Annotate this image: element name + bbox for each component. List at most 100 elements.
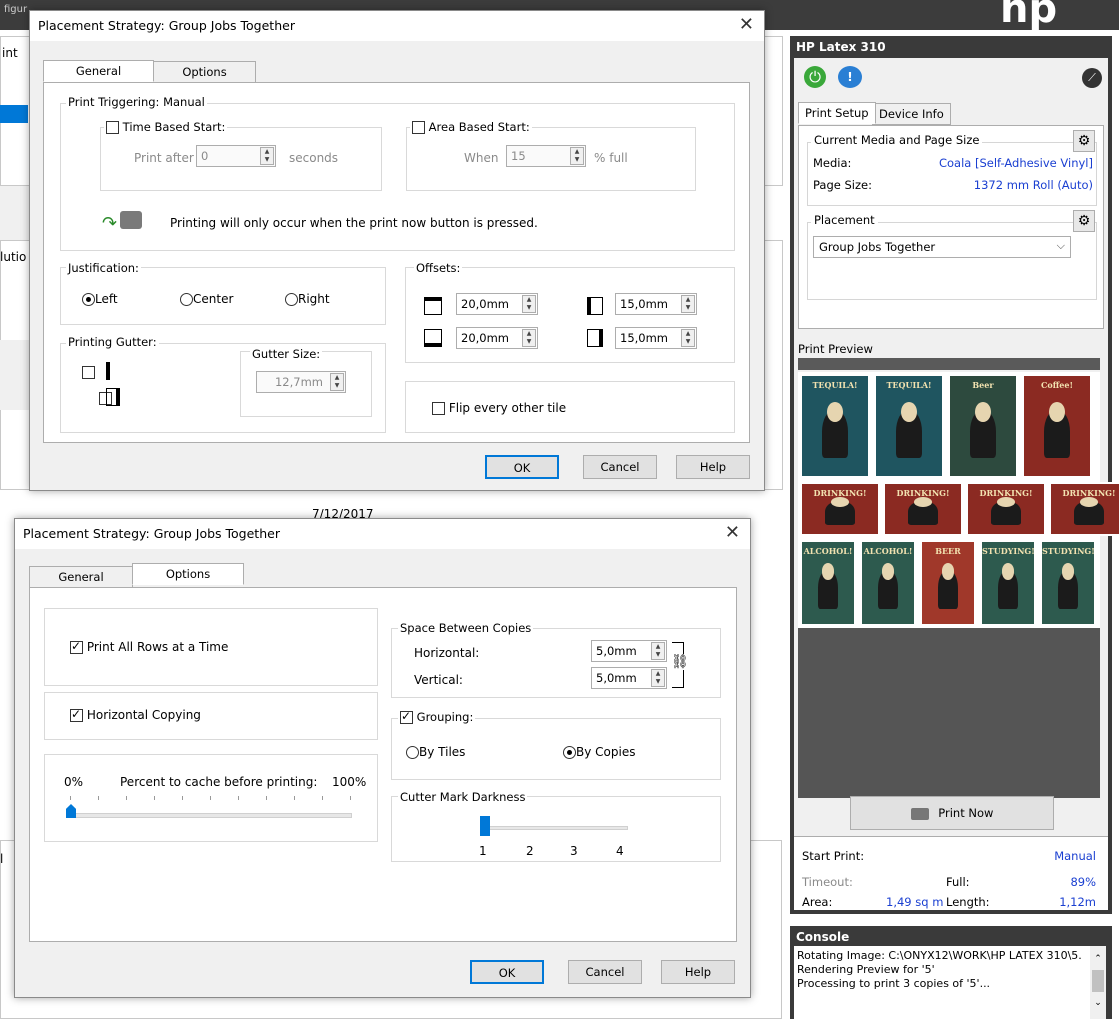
justify-right-radio[interactable]: Right [285, 292, 330, 306]
media-value[interactable]: Coala [Self-Adhesive Vinyl] [939, 156, 1093, 170]
cache-slider-track[interactable] [68, 813, 352, 818]
poster-face [975, 402, 991, 422]
spinner-arrows-icon[interactable]: ▲ ▼ [570, 147, 584, 165]
offset-left-input[interactable]: 15,0mm ▲ ▼ [615, 293, 697, 315]
ok-button[interactable]: OK [470, 960, 544, 984]
preview-thumbnail[interactable]: TEQUILA! [874, 374, 944, 478]
offset-right-input[interactable]: 15,0mm ▲ ▼ [615, 327, 697, 349]
justification-label: Justification: [66, 261, 141, 275]
help-button[interactable]: Help [661, 960, 735, 984]
tab-options[interactable]: Options [132, 563, 244, 585]
chevron-down-icon[interactable]: ⌄ [1090, 996, 1106, 1010]
cancel-button[interactable]: Cancel [583, 455, 657, 479]
preview-thumbnail[interactable]: DRINKING! [883, 482, 963, 536]
time-based-checkbox-box[interactable] [106, 121, 119, 134]
cutter-tick-label: 1 [479, 844, 487, 858]
close-icon[interactable]: ✕ [725, 522, 740, 543]
power-icon[interactable]: ⏻ [804, 66, 826, 88]
area-based-checkbox-box[interactable] [412, 121, 425, 134]
tab-print-setup[interactable]: Print Setup [798, 102, 876, 124]
tab-options[interactable]: Options [153, 61, 256, 83]
print-status-area: Start Print: Manual Timeout: Full: 89% A… [794, 836, 1108, 910]
print-all-rows-box[interactable] [70, 639, 83, 654]
preview-thumbnail[interactable]: TEQUILA! [800, 374, 870, 478]
preview-thumbnail[interactable]: STUDYING! [1040, 540, 1096, 626]
options-page: Print All Rows at a Time Horizontal Copy… [29, 587, 737, 942]
preview-thumbnail[interactable]: DRINKING! [1049, 482, 1119, 536]
scrollbar-thumb[interactable] [1092, 970, 1104, 992]
chevron-up-icon[interactable]: ⌃ [1090, 952, 1106, 966]
time-based-start-checkbox[interactable]: Time Based Start: [104, 120, 228, 134]
placement-settings-gear-icon[interactable]: ⚙ [1073, 210, 1095, 232]
print-now-button[interactable]: Print Now [850, 796, 1054, 830]
spinner-arrows-icon[interactable]: ▲ ▼ [681, 295, 695, 313]
area-based-start-checkbox[interactable]: Area Based Start: [410, 120, 532, 134]
spinner-arrows-icon[interactable]: ▲ ▼ [522, 329, 536, 347]
radio-button[interactable] [285, 293, 298, 306]
radio-button[interactable] [563, 746, 576, 759]
justify-left-radio[interactable]: Left [82, 292, 118, 306]
radio-button[interactable] [406, 746, 419, 759]
preview-thumbnail[interactable]: DRINKING! [966, 482, 1046, 536]
flip-tile-checkbox[interactable]: Flip every other tile [432, 401, 566, 415]
when-input[interactable]: 15 ▲ ▼ [506, 145, 586, 167]
help-button[interactable]: Help [676, 455, 750, 479]
gutter-size-input[interactable]: 12,7mm ▲ ▼ [256, 371, 346, 393]
chain-link-icon[interactable]: ⛓ [671, 654, 689, 670]
close-icon[interactable]: ✕ [739, 14, 754, 35]
spinner-arrows-icon[interactable]: ▲ ▼ [651, 642, 665, 660]
print-all-rows-checkbox[interactable]: Print All Rows at a Time [70, 639, 228, 654]
preview-thumbnail[interactable]: Beer [948, 374, 1018, 478]
preview-thumbnail[interactable]: ALCOHOL! [860, 540, 916, 626]
tab-general[interactable]: General [43, 60, 154, 82]
printer-panel-body: ⏻ ! ⟋ Print Setup Device Info Current Me… [794, 58, 1119, 910]
tab-device-info[interactable]: Device Info [872, 103, 951, 125]
console-scrollbar[interactable]: ⌃ ⌄ [1090, 946, 1106, 1019]
cutter-slider-track[interactable] [482, 826, 628, 830]
gutter-left-checkbox[interactable] [82, 366, 95, 379]
media-settings-gear-icon[interactable]: ⚙ [1073, 130, 1095, 152]
grouping-checkbox[interactable]: Grouping: [398, 709, 476, 724]
by-tiles-radio[interactable]: By Tiles [406, 745, 465, 759]
poster-face [821, 563, 835, 580]
preview-thumbnail[interactable]: BEER [920, 540, 976, 626]
offset-top-input[interactable]: 20,0mm ▲ ▼ [456, 293, 538, 315]
cutter-tick-label: 3 [570, 844, 578, 858]
spinner-arrows-icon[interactable]: ▲ ▼ [330, 373, 344, 391]
print-arrow-icon: ↷ [102, 213, 118, 234]
tab-general[interactable]: General [29, 566, 133, 588]
horizontal-copying-checkbox[interactable]: Horizontal Copying [70, 707, 201, 722]
console-line: Rotating Image: C:\ONYX12\WORK\HP LATEX … [797, 949, 1081, 962]
cancel-button[interactable]: Cancel [568, 960, 642, 984]
preview-thumbnail[interactable]: STUDYING! [980, 540, 1036, 626]
spinner-arrows-icon[interactable]: ▲ ▼ [681, 329, 695, 347]
page-size-value[interactable]: 1372 mm Roll (Auto) [974, 178, 1093, 192]
info-icon[interactable]: ! [838, 66, 862, 88]
preview-thumbnail[interactable]: ALCOHOL! [800, 540, 856, 626]
justify-center-radio[interactable]: Center [180, 292, 233, 306]
cutter-slider-thumb[interactable] [480, 816, 490, 836]
media-group-label: Current Media and Page Size [811, 133, 983, 147]
by-copies-radio[interactable]: By Copies [563, 745, 635, 759]
print-after-value: 0 [201, 149, 209, 163]
spinner-arrows-icon[interactable]: ▲ ▼ [651, 669, 665, 687]
radio-button[interactable] [180, 293, 193, 306]
radio-button[interactable] [82, 293, 95, 306]
ok-button[interactable]: OK [485, 455, 559, 479]
print-after-input[interactable]: 0 ▲ ▼ [196, 145, 276, 167]
preview-thumbnail[interactable]: Coffee! [1022, 374, 1092, 478]
start-print-value[interactable]: Manual [1054, 849, 1096, 863]
grouping-box[interactable] [400, 709, 413, 724]
spinner-arrows-icon[interactable]: ▲ ▼ [260, 147, 274, 165]
flip-checkbox-box[interactable] [432, 402, 445, 415]
horizontal-copying-box[interactable] [70, 707, 83, 722]
wrench-icon[interactable]: ⟋ [1082, 68, 1102, 88]
offset-bottom-input[interactable]: 20,0mm ▲ ▼ [456, 327, 538, 349]
vertical-spacing-input[interactable]: 5,0mm ▲ ▼ [591, 667, 667, 689]
slider-tick [98, 796, 99, 800]
horizontal-spacing-input[interactable]: 5,0mm ▲ ▼ [591, 640, 667, 662]
spinner-arrows-icon[interactable]: ▲ ▼ [522, 295, 536, 313]
when-label: When [464, 151, 499, 165]
placement-select[interactable]: Group Jobs Together ⌵ [813, 236, 1071, 258]
preview-thumbnail[interactable]: DRINKING! [800, 482, 880, 536]
